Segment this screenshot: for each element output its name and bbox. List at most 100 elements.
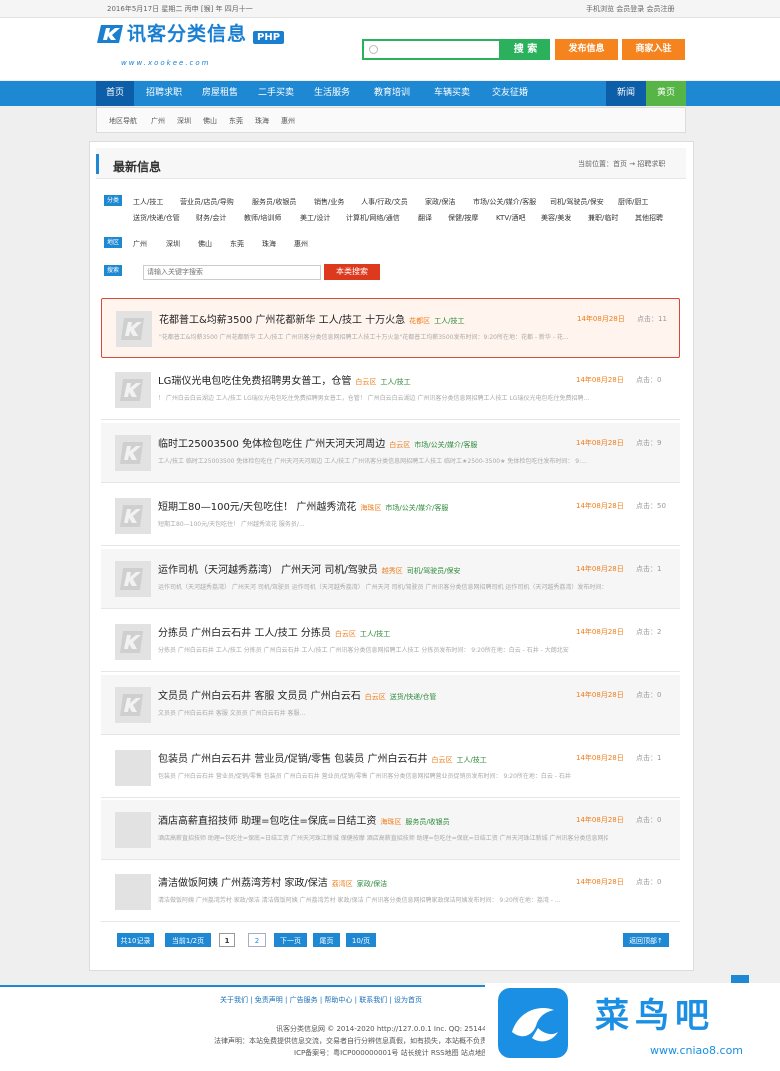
listing-title-text[interactable]: 酒店高薪直招技师 助理=包吃住=保底=日结工资	[158, 816, 376, 827]
category-link[interactable]: 人事/行政/文员	[361, 197, 408, 207]
page-link-2[interactable]: 2	[248, 933, 266, 947]
keyword-input[interactable]	[144, 266, 320, 279]
listing-title-text[interactable]: LG瑞仪光电包吃住免费招聘男女普工，仓管	[158, 376, 351, 387]
listing-area[interactable]: 白云区	[389, 441, 410, 449]
listing-thumbnail[interactable]	[115, 624, 151, 660]
listing-category[interactable]: 服务员/收银员	[405, 818, 449, 826]
category-link[interactable]: 销售/业务	[314, 197, 344, 207]
next-page-button[interactable]: 下一页	[274, 933, 307, 947]
listing-thumbnail[interactable]	[115, 750, 151, 786]
listing-thumbnail[interactable]	[115, 372, 151, 408]
listing-title[interactable]: 临时工25003500 免体检包吃住 广州天河天河周边 白云区 市场/公关/媒介/客…	[158, 435, 477, 450]
listing-thumbnail[interactable]	[115, 874, 151, 910]
listing-row[interactable]: 清洁做饭阿姨 广州荔湾芳村 家政/保洁 荔湾区 家政/保洁 清洁做饭阿姨 广州荔湾芳村…	[101, 862, 680, 922]
area-link[interactable]: 惠州	[281, 116, 295, 126]
nav-item-secondhand[interactable]: 二手买卖	[250, 81, 302, 106]
category-link[interactable]: 厨师/厨工	[618, 197, 648, 207]
search-box[interactable]	[362, 39, 501, 60]
area-link[interactable]: 东莞	[229, 116, 243, 126]
page-link-1[interactable]: 1	[219, 933, 235, 947]
area-link[interactable]: 深圳	[177, 116, 191, 126]
listing-row[interactable]: 文员员 广州白云石井 客服 文员员 广州白云石 白云区 送货/快递/仓管 文员员 广州…	[101, 675, 680, 735]
listing-row[interactable]: 包装员 广州白云石井 营业员/促销/零售 包装员 广州白云石井 白云区 工人/技工包…	[101, 738, 680, 798]
listing-area[interactable]: 白云区	[355, 378, 376, 386]
listing-title[interactable]: 酒店高薪直招技师 助理=包吃住=保底=日结工资 海珠区 服务员/收银员	[158, 812, 450, 827]
area-filter-link[interactable]: 深圳	[166, 239, 180, 249]
category-link[interactable]: 计算机/网络/通信	[346, 213, 400, 223]
listing-title[interactable]: 分拣员 广州白云石井 工人/技工 分拣员 白云区 工人/技工	[158, 624, 390, 639]
nav-item-services[interactable]: 生活服务	[306, 81, 358, 106]
category-link[interactable]: 营业员/店员/导购	[180, 197, 234, 207]
listing-title-text[interactable]: 清洁做饭阿姨 广州荔湾芳村 家政/保洁	[158, 878, 328, 889]
category-link[interactable]: 服务员/收银员	[252, 197, 296, 207]
category-link[interactable]: 家政/保洁	[425, 197, 455, 207]
search-input[interactable]	[382, 42, 497, 57]
listing-area[interactable]: 白云区	[431, 756, 452, 764]
listing-category[interactable]: 工人/技工	[360, 630, 390, 638]
listing-title-text[interactable]: 分拣员 广州白云石井 工人/技工 分拣员	[158, 628, 331, 639]
listing-area[interactable]: 白云区	[365, 693, 386, 701]
category-link[interactable]: 美工/设计	[300, 213, 330, 223]
listing-thumbnail[interactable]	[115, 561, 151, 597]
last-page-button[interactable]: 尾页	[313, 933, 340, 947]
category-link[interactable]: 工人/技工	[133, 197, 163, 207]
category-search-button[interactable]: 本类搜索	[324, 264, 380, 280]
listing-category[interactable]: 工人/技工	[380, 378, 410, 386]
per-page-select[interactable]: 10/页	[346, 933, 376, 947]
listing-title-text[interactable]: 运作司机（天河越秀荔湾） 广州天河 司机/驾驶员	[158, 565, 378, 576]
category-link[interactable]: 市场/公关/媒介/客服	[473, 197, 536, 207]
listing-thumbnail[interactable]	[115, 498, 151, 534]
listing-title[interactable]: 花都普工&均薪3500 广州花都新华 工人/技工 十万火急 花都区 工人/技工	[159, 311, 465, 326]
footer-links[interactable]: 关于我们 | 免责声明 | 广告服务 | 帮助中心 | 联系我们 | 设为首页	[220, 995, 422, 1005]
listing-title[interactable]: 文员员 广州白云石井 客服 文员员 广州白云石 白云区 送货/快递/仓管	[158, 687, 436, 702]
category-link[interactable]: 送货/快递/仓管	[133, 213, 180, 223]
category-link[interactable]: 美容/美发	[541, 213, 571, 223]
listing-category[interactable]: 工人/技工	[434, 317, 464, 325]
listing-row[interactable]: 短期工80—100元/天包吃住！ 广州越秀流花 海珠区 市场/公关/媒介/客服 短期工…	[101, 486, 680, 546]
listing-area[interactable]: 荔湾区	[332, 880, 353, 888]
category-link[interactable]: 其他招聘	[635, 213, 663, 223]
category-link[interactable]: KTV/酒吧	[496, 213, 525, 223]
listing-category[interactable]: 市场/公关/媒介/客服	[414, 441, 477, 449]
category-link[interactable]: 保健/按摩	[448, 213, 478, 223]
listing-title[interactable]: 运作司机（天河越秀荔湾） 广州天河 司机/驾驶员 越秀区 司机/驾驶员/保安	[158, 561, 460, 576]
category-link[interactable]: 兼职/临时	[588, 213, 618, 223]
area-filter-link[interactable]: 东莞	[230, 239, 244, 249]
area-link[interactable]: 佛山	[203, 116, 217, 126]
area-link[interactable]: 广州	[151, 116, 165, 126]
listing-title-text[interactable]: 临时工25003500 免体检包吃住 广州天河天河周边	[158, 439, 385, 450]
listing-row[interactable]: LG瑞仪光电包吃住免费招聘男女普工，仓管 白云区 工人/技工 ！ 广州白云白云湖边 工…	[101, 360, 680, 420]
listing-thumbnail[interactable]	[115, 812, 151, 848]
area-filter-link[interactable]: 广州	[133, 239, 147, 249]
listing-area[interactable]: 海珠区	[380, 818, 401, 826]
nav-item-news[interactable]: 新闻	[606, 81, 646, 106]
listing-category[interactable]: 市场/公关/媒介/客服	[385, 504, 448, 512]
nav-item-yellowpages[interactable]: 黄页	[646, 81, 686, 106]
listing-category[interactable]: 司机/驾驶员/保安	[407, 567, 461, 575]
nav-item-home[interactable]: 首页	[96, 81, 134, 106]
listing-area[interactable]: 海珠区	[360, 504, 381, 512]
listing-thumbnail[interactable]	[116, 311, 152, 347]
area-filter-link[interactable]: 惠州	[294, 239, 308, 249]
category-link[interactable]: 教师/培训师	[244, 213, 281, 223]
listing-row[interactable]: 临时工25003500 免体检包吃住 广州天河天河周边 白云区 市场/公关/媒介/客…	[101, 423, 680, 483]
area-link[interactable]: 珠海	[255, 116, 269, 126]
listing-title[interactable]: 短期工80—100元/天包吃住！ 广州越秀流花 海珠区 市场/公关/媒介/客服	[158, 498, 448, 513]
member-links[interactable]: 手机浏览 会员登录 会员注册	[586, 4, 674, 14]
listing-title-text[interactable]: 短期工80—100元/天包吃住！ 广州越秀流花	[158, 502, 356, 513]
site-logo[interactable]: 讯客分类信息 PHP www.xookee.com	[97, 19, 285, 67]
nav-item-housing[interactable]: 房屋租售	[194, 81, 246, 106]
listing-area[interactable]: 越秀区	[382, 567, 403, 575]
post-info-button[interactable]: 发布信息	[555, 39, 618, 60]
listing-title[interactable]: LG瑞仪光电包吃住免费招聘男女普工，仓管 白云区 工人/技工	[158, 372, 411, 387]
listing-title-text[interactable]: 包装员 广州白云石井 营业员/促销/零售 包装员 广州白云石井	[158, 754, 427, 765]
nav-item-jobs[interactable]: 招聘求职	[138, 81, 190, 106]
category-link[interactable]: 财务/会计	[196, 213, 226, 223]
shop-join-button[interactable]: 商家入驻	[622, 39, 685, 60]
listing-row[interactable]: 酒店高薪直招技师 助理=包吃住=保底=日结工资 海珠区 服务员/收银员 酒店高薪直招技…	[101, 800, 680, 860]
listing-title[interactable]: 清洁做饭阿姨 广州荔湾芳村 家政/保洁 荔湾区 家政/保洁	[158, 874, 387, 889]
listing-title[interactable]: 包装员 广州白云石井 营业员/促销/零售 包装员 广州白云石井 白云区 工人/技工	[158, 750, 487, 765]
area-filter-link[interactable]: 珠海	[262, 239, 276, 249]
icp-record[interactable]: ICP备案号：粤ICP000000001号 站长统计 RSS地图 站点地图	[294, 1048, 489, 1058]
search-button[interactable]: 搜 索	[501, 39, 550, 60]
